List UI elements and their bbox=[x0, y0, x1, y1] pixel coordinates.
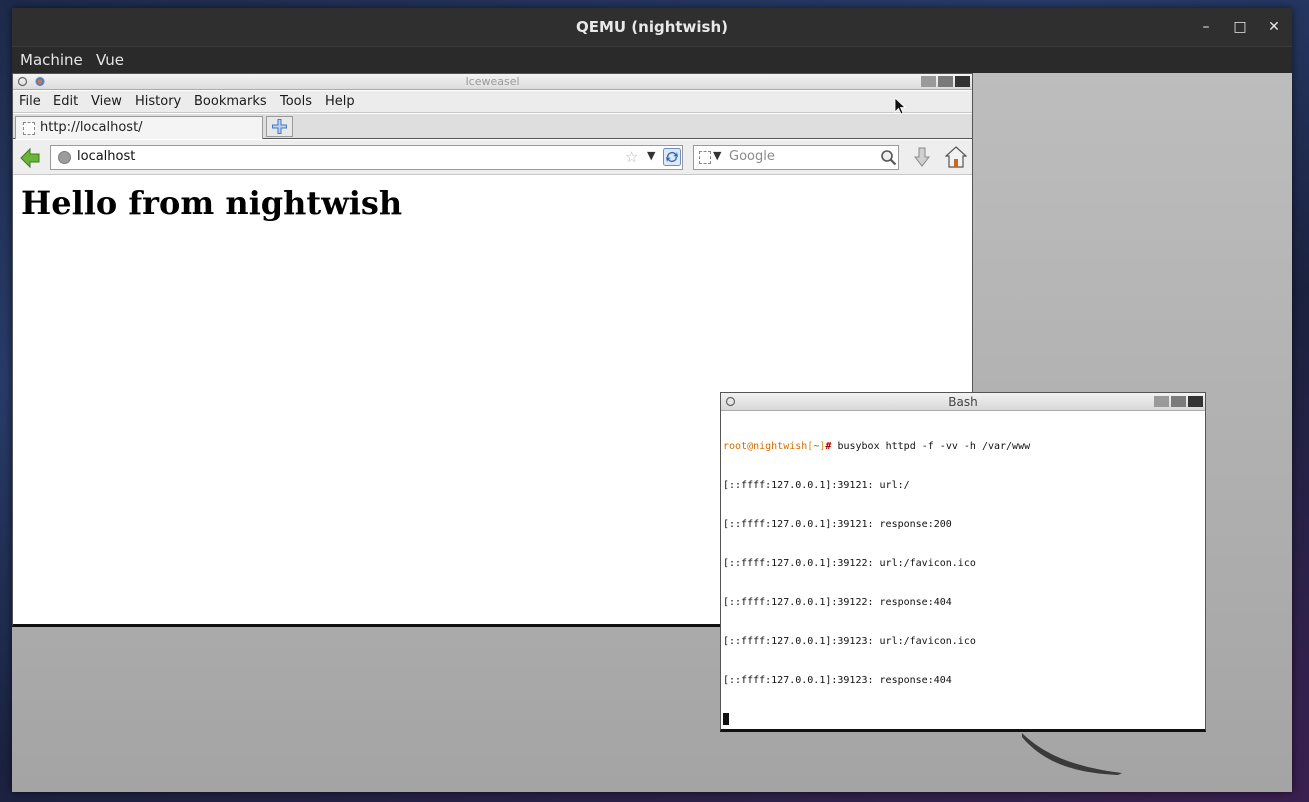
back-arrow-icon[interactable] bbox=[19, 147, 41, 169]
log-line: [::ffff:127.0.0.1]:39122: url:/favicon.i… bbox=[723, 558, 976, 569]
menu-help[interactable]: Help bbox=[325, 94, 355, 109]
globe-icon bbox=[58, 151, 71, 164]
menu-vue[interactable]: Vue bbox=[96, 51, 124, 69]
menu-edit[interactable]: Edit bbox=[53, 94, 78, 109]
iceweasel-window-title: Iceweasel bbox=[465, 75, 520, 88]
maximize-button[interactable]: □ bbox=[1229, 16, 1251, 38]
new-tab-icon bbox=[272, 119, 287, 134]
bash-window-title: Bash bbox=[948, 395, 978, 409]
tab-localhost[interactable]: http://localhost/ bbox=[15, 116, 263, 139]
cursor-line bbox=[723, 713, 1203, 726]
search-bar[interactable]: ▼ Google bbox=[693, 145, 899, 170]
iceweasel-navbar: localhost ☆ ▼ ▼ Google bbox=[13, 140, 972, 175]
page-icon bbox=[23, 122, 35, 135]
log-line: [::ffff:127.0.0.1]:39123: response:404 bbox=[723, 675, 952, 686]
bash-close-button[interactable] bbox=[1188, 396, 1203, 407]
engine-chevron-down-icon[interactable]: ▼ bbox=[713, 149, 721, 162]
search-input[interactable]: Google bbox=[729, 149, 775, 164]
download-icon[interactable] bbox=[911, 146, 933, 168]
menu-history[interactable]: History bbox=[135, 94, 181, 109]
iceweasel-minimize-button[interactable] bbox=[921, 76, 936, 87]
menu-file[interactable]: File bbox=[19, 94, 41, 109]
magnifier-icon[interactable] bbox=[880, 149, 897, 166]
bash-minimize-button[interactable] bbox=[1154, 396, 1169, 407]
log-line: [::ffff:127.0.0.1]:39121: response:200 bbox=[723, 519, 952, 530]
menu-tools[interactable]: Tools bbox=[280, 94, 312, 109]
iceweasel-maximize-button[interactable] bbox=[938, 76, 953, 87]
prompt-user-host: root@nightwish bbox=[723, 441, 808, 452]
log-line: [::ffff:127.0.0.1]:39122: response:404 bbox=[723, 597, 952, 608]
address-bar[interactable]: localhost ☆ ▼ bbox=[50, 145, 683, 170]
qemu-window: QEMU (nightwish) – □ ✕ Machine Vue Icewe… bbox=[12, 8, 1292, 792]
iceweasel-menubar: File Edit View History Bookmarks Tools H… bbox=[13, 91, 972, 113]
mouse-pointer-icon bbox=[894, 97, 906, 115]
iceweasel-close-button[interactable] bbox=[955, 76, 970, 87]
terminal-output[interactable]: root@nightwish[~]# busybox httpd -f -vv … bbox=[723, 414, 1203, 726]
close-button[interactable]: ✕ bbox=[1263, 16, 1285, 38]
iceweasel-titlebar[interactable]: Iceweasel bbox=[13, 74, 972, 90]
home-icon[interactable] bbox=[945, 145, 967, 169]
chevron-down-icon[interactable]: ▼ bbox=[647, 149, 655, 162]
command-text: busybox httpd -f -vv -h /var/www bbox=[837, 441, 1031, 452]
iceweasel-tabbar: http://localhost/ bbox=[13, 114, 972, 139]
menu-bookmarks[interactable]: Bookmarks bbox=[194, 94, 267, 109]
guest-screen[interactable]: Iceweasel File Edit View History Bookmar… bbox=[12, 73, 1292, 792]
bash-titlebar[interactable]: Bash bbox=[721, 393, 1205, 411]
menu-view[interactable]: View bbox=[91, 94, 122, 109]
reload-icon[interactable] bbox=[663, 148, 681, 166]
bash-maximize-button[interactable] bbox=[1171, 396, 1186, 407]
minimize-button[interactable]: – bbox=[1195, 16, 1217, 38]
qemu-menubar: Machine Vue bbox=[12, 46, 1292, 73]
tab-label: http://localhost/ bbox=[40, 120, 143, 135]
page-heading: Hello from nightwish bbox=[21, 184, 403, 222]
terminal-cursor bbox=[723, 713, 729, 725]
prompt-symbol: # bbox=[825, 441, 832, 452]
bash-window: Bash root@nightwish[~]# busybox httpd -f… bbox=[720, 392, 1206, 732]
prompt-line: root@nightwish[~]# busybox httpd -f -vv … bbox=[723, 440, 1203, 453]
qemu-titlebar[interactable]: QEMU (nightwish) – □ ✕ bbox=[12, 8, 1292, 46]
menu-machine[interactable]: Machine bbox=[20, 51, 83, 69]
log-line: [::ffff:127.0.0.1]:39121: url:/ bbox=[723, 480, 910, 491]
new-tab-button[interactable] bbox=[266, 116, 293, 137]
search-engine-icon[interactable] bbox=[699, 151, 711, 164]
log-line: [::ffff:127.0.0.1]:39123: url:/favicon.i… bbox=[723, 636, 976, 647]
qemu-window-title: QEMU (nightwish) bbox=[575, 18, 729, 36]
address-input[interactable]: localhost bbox=[77, 149, 135, 164]
star-icon[interactable]: ☆ bbox=[625, 148, 638, 166]
